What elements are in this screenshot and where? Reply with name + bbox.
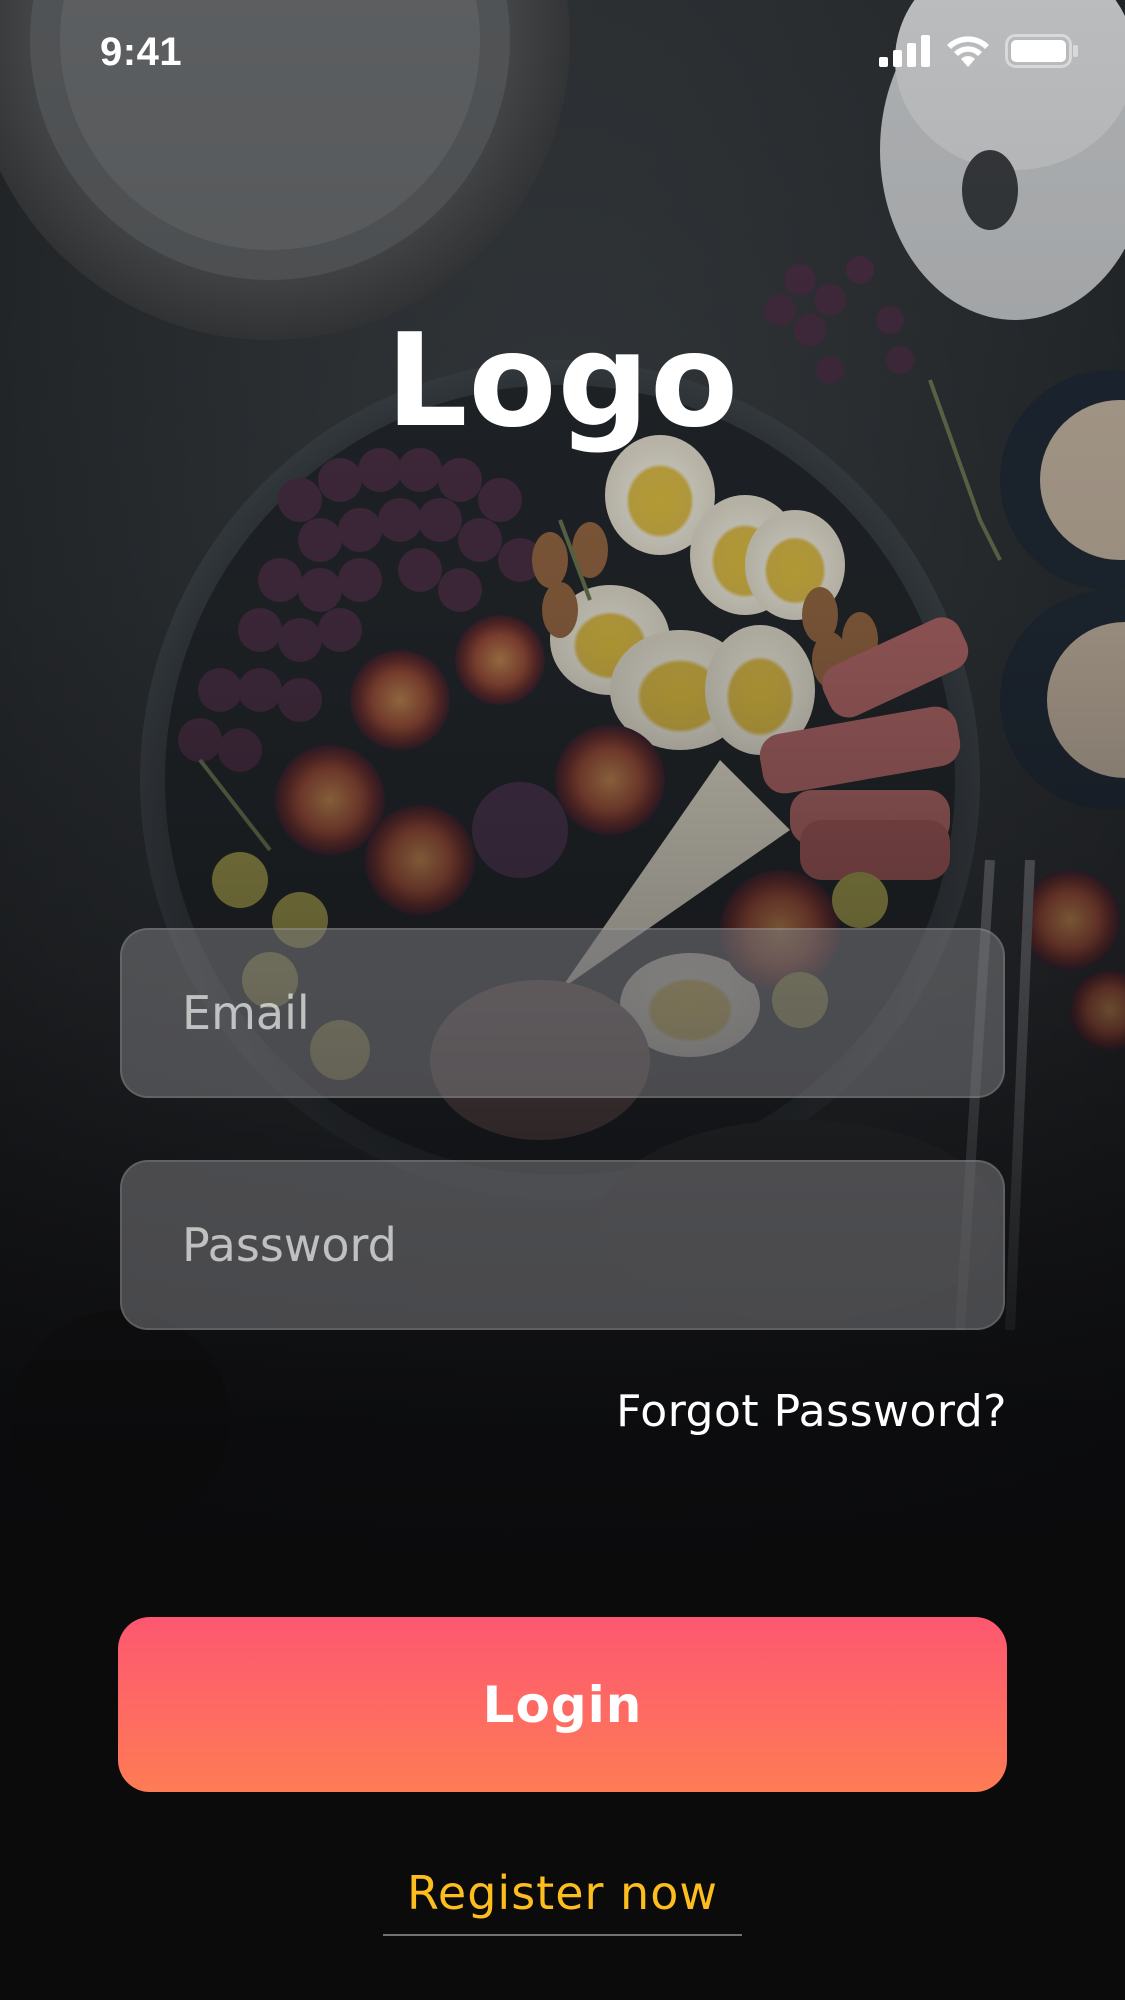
forgot-password-link[interactable]: Forgot Password?	[616, 1386, 1007, 1437]
register-now-link[interactable]: Register now	[383, 1866, 742, 1936]
status-icons	[879, 34, 1079, 68]
password-field-container	[120, 1160, 1005, 1330]
battery-icon	[1005, 34, 1078, 68]
cellular-signal-icon	[879, 35, 930, 67]
email-field[interactable]	[122, 930, 1003, 1096]
status-time: 9:41	[100, 30, 183, 74]
app-logo: Logo	[385, 307, 740, 456]
wifi-icon	[947, 36, 989, 67]
email-field-container	[120, 928, 1005, 1098]
register-container: Register now	[0, 1866, 1125, 1936]
status-bar: 9:41	[0, 0, 1125, 110]
login-screen: 9:41 Logo For	[0, 0, 1125, 2000]
login-button[interactable]: Login	[118, 1617, 1007, 1792]
password-field[interactable]	[122, 1162, 1003, 1328]
